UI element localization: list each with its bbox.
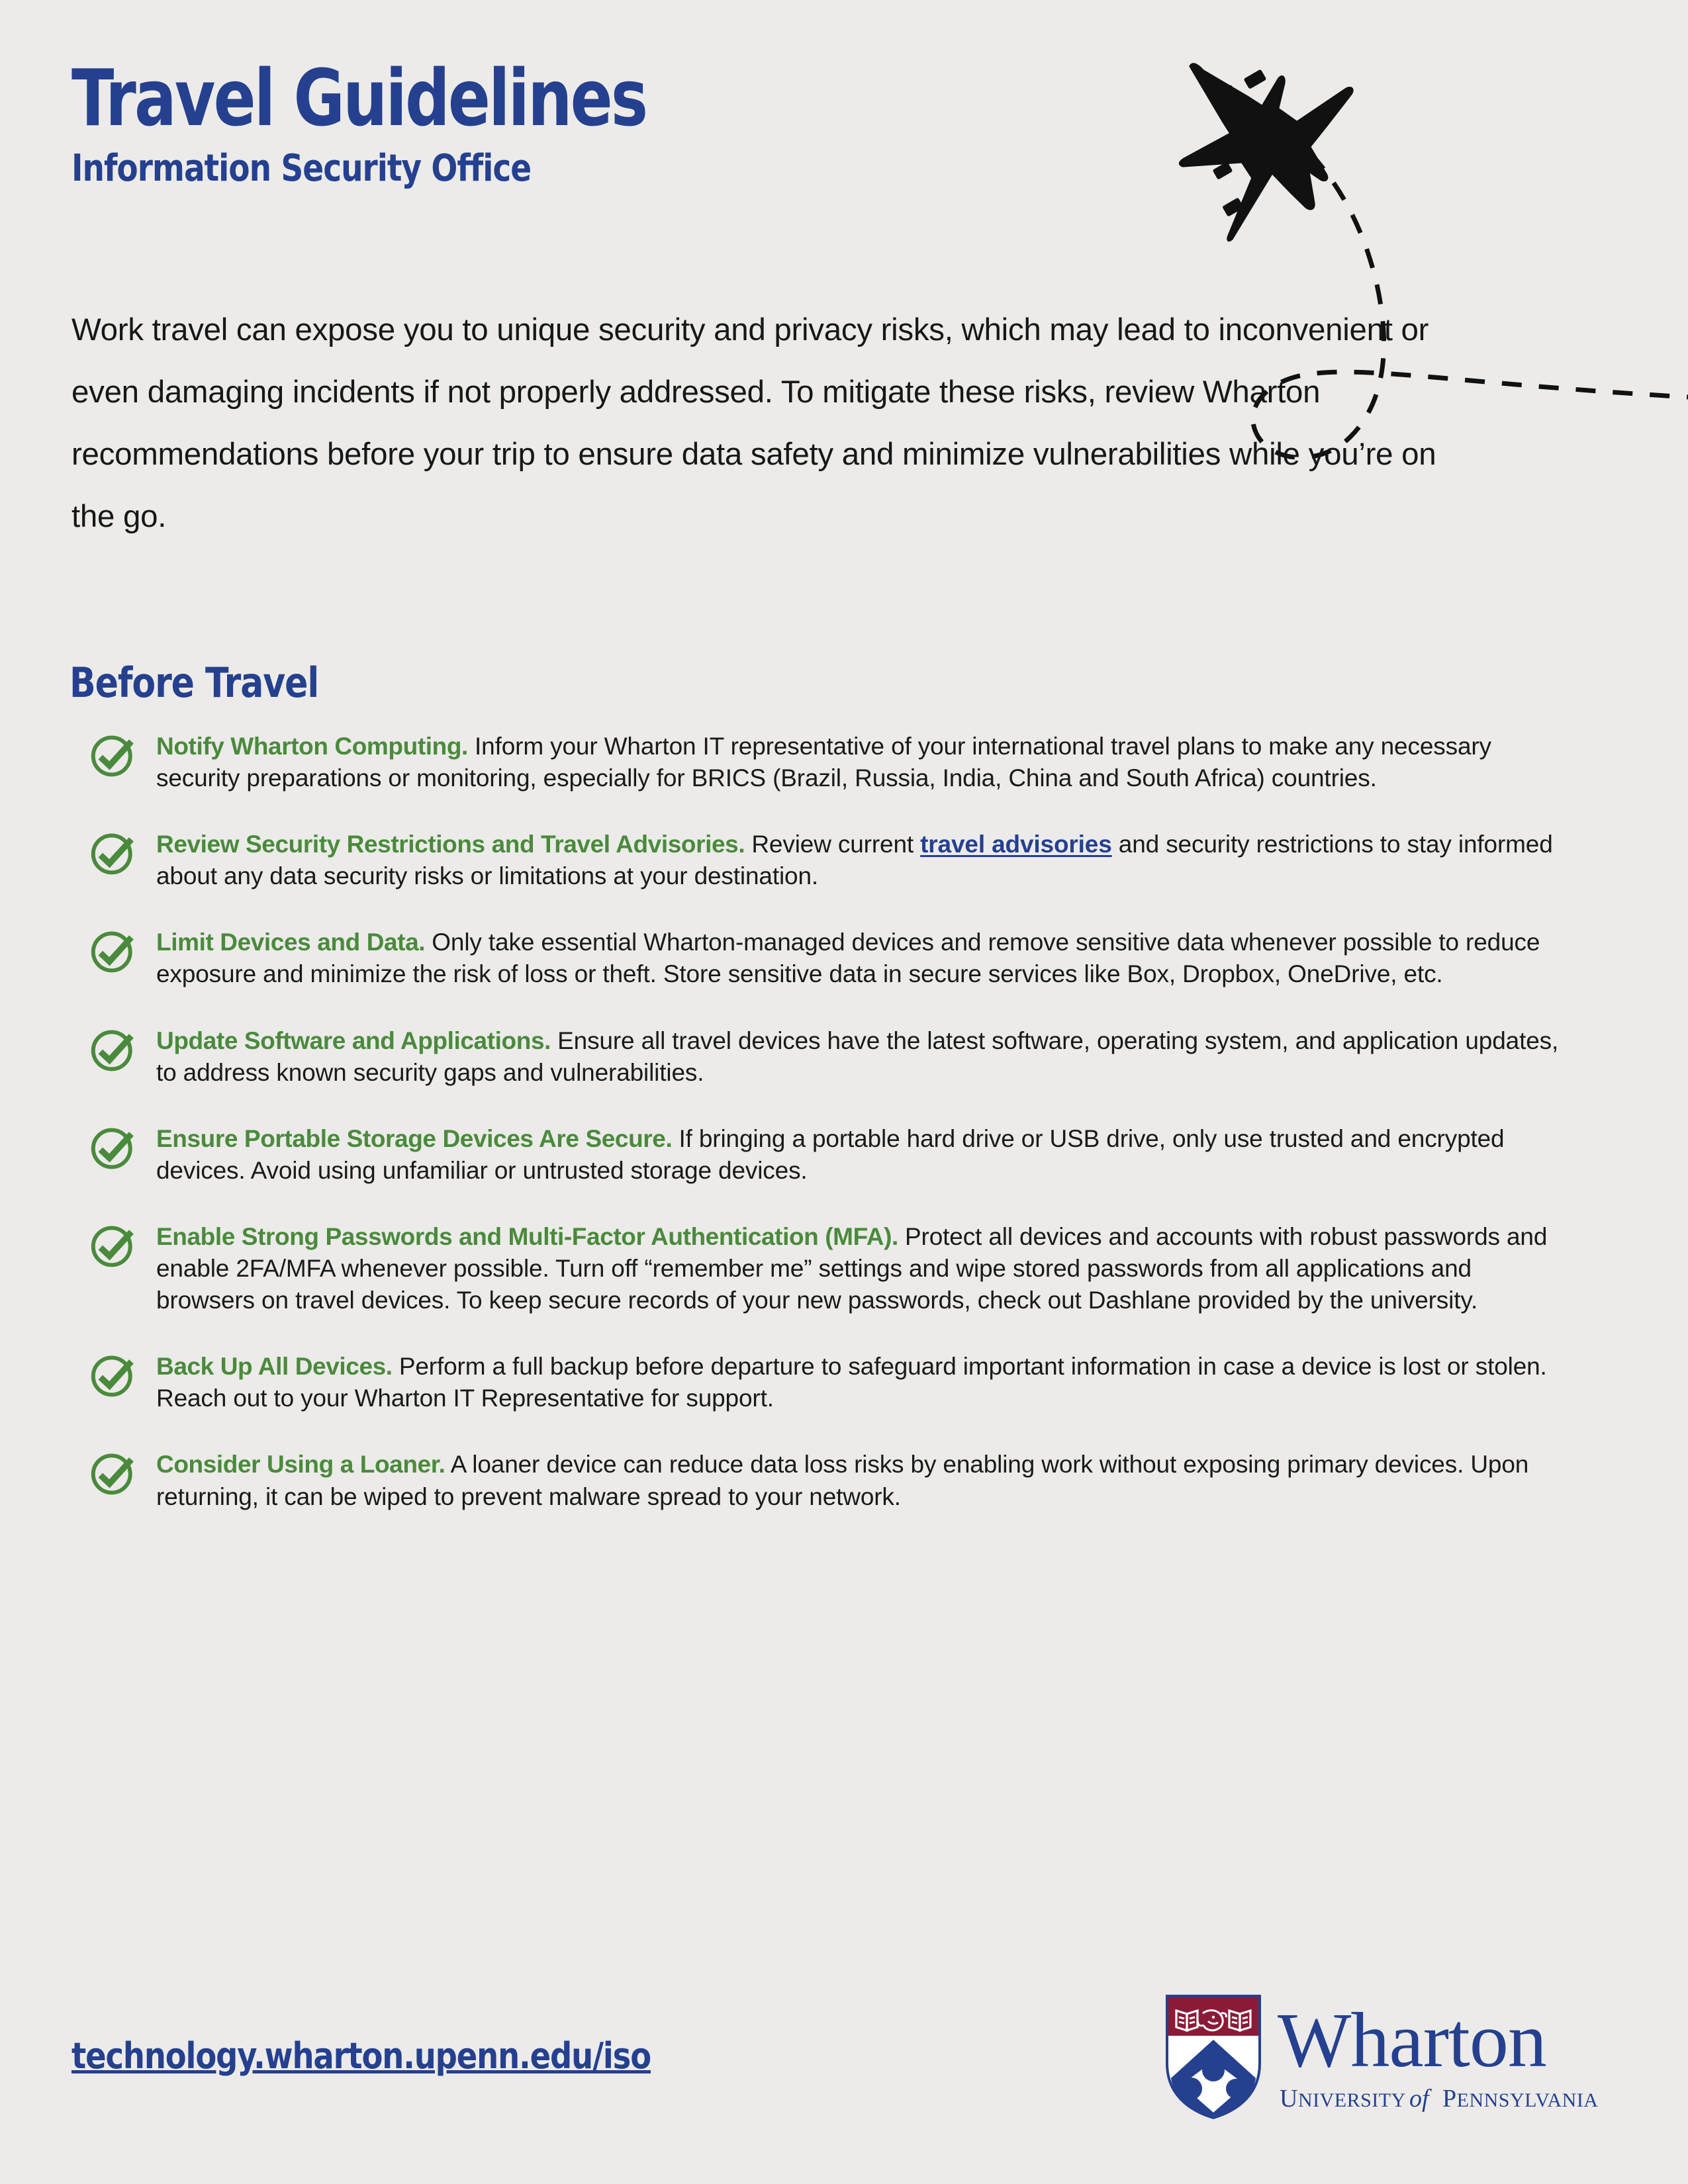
travel-advisories-link[interactable]: travel advisories <box>920 831 1112 858</box>
intro-paragraph: Work travel can expose you to unique sec… <box>71 312 1436 535</box>
list-item: Ensure Portable Storage Devices Are Secu… <box>86 1119 1575 1187</box>
list-item-lead: Notify Wharton Computing. <box>156 733 468 760</box>
list-item-text: Limit Devices and Data. Only take essent… <box>156 923 1575 990</box>
list-item-lead: Update Software and Applications. <box>156 1026 551 1054</box>
list-item-text: Notify Wharton Computing. Inform your Wh… <box>156 727 1575 794</box>
wharton-tagline-university: UNIVERSITY <box>1280 2085 1406 2113</box>
wharton-tagline-of: of <box>1409 2085 1432 2113</box>
check-circle-icon <box>91 1453 134 1495</box>
list-item-text: Back Up All Devices. Perform a full back… <box>156 1347 1575 1414</box>
page-title: Travel Guidelines <box>71 52 648 144</box>
airplane-icon <box>1178 63 1354 242</box>
page-subtitle: Information Security Office <box>71 147 532 191</box>
list-item-lead: Enable Strong Passwords and Multi-Factor… <box>156 1222 898 1250</box>
list-item-lead: Back Up All Devices. <box>156 1353 393 1381</box>
document-header: Travel Guidelines Information Security O… <box>71 52 1064 191</box>
checklist-before-travel: Notify Wharton Computing. Inform your Wh… <box>86 727 1575 1543</box>
wharton-wordmark: Wharton <box>1278 1997 1546 2083</box>
list-item: Consider Using a Loaner. A loaner device… <box>86 1445 1575 1512</box>
footer-website-link[interactable]: technology.wharton.upenn.edu/iso <box>71 2035 651 2077</box>
list-item-text: Consider Using a Loaner. A loaner device… <box>156 1445 1575 1512</box>
check-circle-icon <box>91 735 134 777</box>
list-item-text: Ensure Portable Storage Devices Are Secu… <box>156 1119 1575 1187</box>
check-circle-icon <box>91 1128 134 1169</box>
list-item-text: Enable Strong Passwords and Multi-Factor… <box>156 1217 1575 1316</box>
list-item: Notify Wharton Computing. Inform your Wh… <box>86 727 1575 794</box>
list-item-text: Update Software and Applications. Ensure… <box>156 1021 1575 1089</box>
check-circle-icon <box>91 1226 134 1267</box>
list-item-lead: Ensure Portable Storage Devices Are Secu… <box>156 1124 673 1152</box>
wharton-shield-icon <box>1166 1995 1261 2120</box>
check-circle-icon <box>91 931 134 973</box>
check-circle-icon <box>91 1355 134 1397</box>
list-item-lead: Consider Using a Loaner. <box>156 1451 445 1479</box>
list-item-lead: Review Security Restrictions and Travel … <box>156 831 745 858</box>
list-item: Update Software and Applications. Ensure… <box>86 1021 1575 1089</box>
list-item: Back Up All Devices. Perform a full back… <box>86 1347 1575 1414</box>
list-item-lead: Limit Devices and Data. <box>156 929 426 956</box>
wharton-logo: Wharton UNIVERSITY of PENNSYLVANIA <box>1166 1995 1599 2120</box>
wharton-tagline-pennsylvania: PENNSYLVANIA <box>1442 2085 1599 2113</box>
list-item: Review Security Restrictions and Travel … <box>86 825 1575 892</box>
list-item-body-before-link: Review current <box>745 831 921 858</box>
list-item: Limit Devices and Data. Only take essent… <box>86 923 1575 990</box>
list-item-text: Review Security Restrictions and Travel … <box>156 825 1575 892</box>
check-circle-icon <box>91 833 134 875</box>
section-heading-before-travel: Before Travel <box>70 659 319 707</box>
check-circle-icon <box>91 1030 134 1071</box>
list-item: Enable Strong Passwords and Multi-Factor… <box>86 1217 1575 1316</box>
